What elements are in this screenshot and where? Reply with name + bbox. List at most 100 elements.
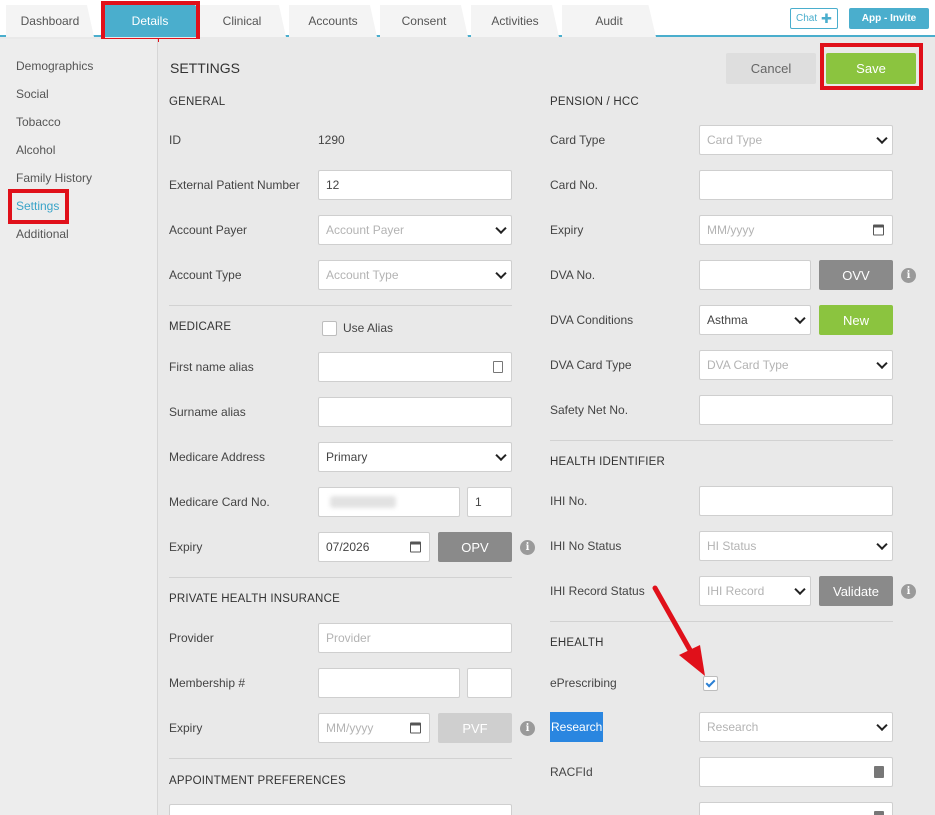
membership-suffix-input[interactable]: [467, 668, 512, 698]
tab-activities[interactable]: Activities: [471, 5, 559, 37]
appointment-preferences-input[interactable]: [169, 804, 512, 815]
save-button[interactable]: Save: [826, 53, 916, 84]
medicare-expiry-label: Expiry: [169, 540, 203, 554]
dva-conditions-label: DVA Conditions: [550, 313, 634, 327]
surname-alias-label: Surname alias: [169, 405, 246, 419]
info-icon[interactable]: i: [901, 584, 916, 599]
ovv-label: OVV: [842, 267, 870, 283]
pvf-button[interactable]: PVF: [438, 713, 512, 743]
medicare-irn-input[interactable]: 1: [467, 487, 512, 517]
external-patient-number-label: External Patient Number: [169, 178, 300, 192]
info-icon[interactable]: i: [901, 268, 916, 283]
dva-conditions-value: Asthma: [707, 313, 748, 327]
medicare-card-input[interactable]: [318, 487, 460, 517]
ihi-status-label: IHI No Status: [550, 539, 622, 553]
use-alias-label: Use Alias: [343, 321, 394, 335]
tab-clinical[interactable]: Clinical: [198, 5, 286, 37]
sidebar-item-family-history[interactable]: Family History: [16, 171, 92, 185]
external-patient-number-input[interactable]: 12: [318, 170, 512, 200]
safety-net-input[interactable]: [699, 395, 893, 425]
sidebar-item-settings[interactable]: Settings: [16, 199, 59, 213]
sidebar-item-social[interactable]: Social: [16, 87, 49, 101]
provider-input[interactable]: Provider: [318, 623, 512, 653]
health-identifier-heading: HEALTH IDENTIFIER: [550, 456, 666, 468]
main-content: SETTINGS Cancel Save GENERAL ID 1290 Ext…: [159, 39, 935, 815]
card-type-placeholder: Card Type: [707, 133, 763, 147]
info-icon[interactable]: i: [520, 540, 535, 555]
pension-expiry-placeholder: MM/yyyy: [707, 223, 755, 237]
first-name-alias-input[interactable]: [318, 352, 512, 382]
membership-input[interactable]: [318, 668, 460, 698]
checkmark-icon: [705, 677, 716, 688]
opv-label: OPV: [461, 539, 489, 555]
tab-details[interactable]: Details: [104, 5, 196, 37]
ihi-no-label: IHI No.: [550, 494, 588, 508]
sidebar-item-additional[interactable]: Additional: [16, 227, 69, 241]
chat-button[interactable]: Chat ✚: [790, 8, 838, 29]
ihi-status-select[interactable]: HI Status: [699, 531, 893, 561]
racfid-input[interactable]: [699, 757, 893, 787]
account-type-placeholder: Account Type: [326, 268, 399, 282]
ihi-record-label: IHI Record Status: [550, 584, 645, 598]
provider-label: Provider: [169, 631, 214, 645]
dva-card-type-select[interactable]: DVA Card Type: [699, 350, 893, 380]
chevron-down-icon: [495, 222, 507, 235]
eprescribing-checkbox[interactable]: [703, 676, 718, 691]
chevron-down-icon: [495, 449, 507, 462]
sidebar-item-demographics[interactable]: Demographics: [16, 59, 93, 73]
account-type-select[interactable]: Account Type: [318, 260, 512, 290]
card-type-select[interactable]: Card Type: [699, 125, 893, 155]
chevron-down-icon: [876, 132, 888, 145]
tab-audit[interactable]: Audit: [562, 5, 656, 37]
ihi-record-select[interactable]: IHI Record: [699, 576, 811, 606]
research-select[interactable]: Research: [699, 712, 893, 742]
tab-dashboard[interactable]: Dashboard: [6, 5, 94, 37]
ovv-button[interactable]: OVV: [819, 260, 893, 290]
tab-accounts[interactable]: Accounts: [289, 5, 377, 37]
surname-alias-input[interactable]: [318, 397, 512, 427]
save-label: Save: [856, 61, 886, 76]
card-no-input[interactable]: [699, 170, 893, 200]
medicare-address-select[interactable]: Primary: [318, 442, 512, 472]
chat-label: Chat: [795, 13, 818, 24]
calendar-icon: [873, 224, 884, 236]
membership-label: Membership #: [169, 676, 246, 690]
sidebar-item-alcohol[interactable]: Alcohol: [16, 143, 55, 157]
research-label: Research: [550, 712, 604, 742]
divider: [169, 305, 512, 306]
calendar-icon: [410, 722, 421, 734]
pension-heading: PENSION / HCC: [550, 96, 639, 108]
phi-expiry-label: Expiry: [169, 721, 203, 735]
dva-card-type-label: DVA Card Type: [550, 358, 632, 372]
account-payer-select[interactable]: Account Payer: [318, 215, 512, 245]
account-payer-placeholder: Account Payer: [326, 223, 405, 237]
page-title: SETTINGS: [170, 60, 241, 76]
app-invite-button[interactable]: App - Invite: [849, 8, 929, 29]
new-condition-button[interactable]: New: [819, 305, 893, 335]
validate-button[interactable]: Validate: [819, 576, 893, 606]
use-alias-checkbox[interactable]: [322, 321, 337, 336]
dva-conditions-select[interactable]: Asthma: [699, 305, 811, 335]
medicare-expiry-input[interactable]: 07/2026: [318, 532, 430, 562]
account-type-label: Account Type: [169, 268, 242, 282]
medicare-card-label: Medicare Card No.: [169, 495, 270, 509]
cancel-button[interactable]: Cancel: [726, 53, 816, 84]
medicare-irn-value: 1: [475, 495, 482, 509]
tab-consent[interactable]: Consent: [380, 5, 468, 37]
extra-input[interactable]: [699, 802, 893, 815]
medicare-address-value: Primary: [326, 450, 368, 464]
provider-placeholder: Provider: [326, 631, 371, 645]
tab-label: Activities: [491, 14, 539, 28]
phi-expiry-input[interactable]: MM/yyyy: [318, 713, 430, 743]
dva-no-input[interactable]: [699, 260, 811, 290]
contact-card-icon: [493, 361, 503, 373]
ihi-record-placeholder: IHI Record: [707, 584, 765, 598]
info-icon[interactable]: i: [520, 721, 535, 736]
opv-button[interactable]: OPV: [438, 532, 512, 562]
sidebar-item-tobacco[interactable]: Tobacco: [16, 115, 61, 129]
tab-label: Clinical: [222, 14, 262, 28]
pension-expiry-input[interactable]: MM/yyyy: [699, 215, 893, 245]
plus-icon: ✚: [821, 10, 833, 26]
validate-label: Validate: [832, 583, 879, 599]
ihi-no-input[interactable]: [699, 486, 893, 516]
